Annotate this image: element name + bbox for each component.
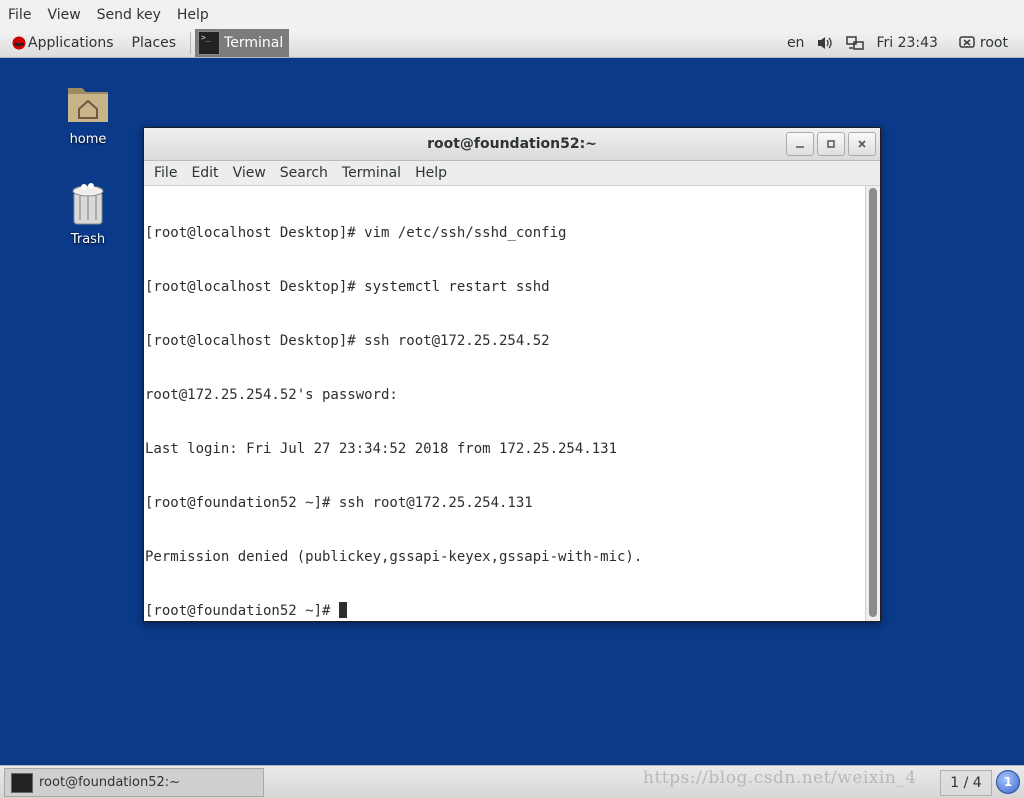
places-menu[interactable]: Places — [120, 35, 183, 51]
terminal-cursor — [338, 602, 347, 618]
terminal-icon — [198, 31, 221, 55]
network-icon[interactable] — [846, 34, 865, 52]
terminal-menu-file[interactable]: File — [147, 165, 184, 181]
terminal-title: root@foundation52:~ — [427, 136, 597, 152]
watermark-text: https://blog.csdn.net/weixin_4 — [643, 768, 917, 788]
terminal-line: Last login: Fri Jul 27 23:34:52 2018 fro… — [145, 441, 618, 457]
viewer-menubar: File View Send key Help — [0, 0, 1024, 30]
terminal-menubar: File Edit View Search Terminal Help — [144, 161, 880, 186]
active-app-terminal[interactable]: Terminal — [195, 29, 290, 57]
minimize-icon — [796, 146, 804, 148]
trash-label: Trash — [70, 232, 106, 247]
places-label: Places — [131, 35, 177, 51]
terminal-scrollbar[interactable] — [865, 186, 880, 621]
taskbar-terminal-label: root@foundation52:~ — [39, 775, 181, 790]
terminal-scroll-thumb[interactable] — [869, 188, 877, 617]
terminal-menu-edit[interactable]: Edit — [184, 165, 225, 181]
terminal-output[interactable]: [root@localhost Desktop]# vim /etc/ssh/s… — [144, 186, 866, 621]
bottom-panel: root@foundation52:~ https://blog.csdn.ne… — [0, 765, 1024, 798]
terminal-line: Permission denied (publickey,gssapi-keye… — [145, 549, 643, 565]
terminal-menu-terminal[interactable]: Terminal — [335, 165, 408, 181]
terminal-prompt-line[interactable]: [root@foundation52 ~]# — [145, 602, 865, 620]
gnome-top-bar: Applications Places Terminal en Fri 23:4… — [0, 29, 1024, 58]
desktop-home-icon[interactable]: home — [43, 80, 133, 147]
terminal-menu-view[interactable]: View — [226, 165, 273, 181]
active-app-label: Terminal — [224, 35, 284, 51]
viewer-menu-view[interactable]: View — [39, 7, 88, 23]
maximize-icon — [827, 140, 835, 148]
viewer-menu-file[interactable]: File — [0, 7, 39, 23]
volume-icon[interactable] — [816, 34, 834, 52]
terminal-line: [root@localhost Desktop]# vim /etc/ssh/s… — [145, 225, 567, 241]
terminal-line: [root@localhost Desktop]# ssh root@172.2… — [145, 333, 550, 349]
workspace-indicator: 1 / 4 — [950, 775, 982, 791]
terminal-line: root@172.25.254.52's password: — [145, 387, 407, 403]
topbar-separator — [190, 32, 192, 54]
terminal-window[interactable]: root@foundation52:~ File Edit View Searc… — [143, 127, 881, 622]
minimize-button[interactable] — [786, 132, 814, 156]
clock[interactable]: Fri 23:43 — [876, 35, 937, 51]
folder-home-icon — [68, 88, 108, 122]
user-menu[interactable]: root — [980, 35, 1008, 51]
home-label: home — [69, 132, 107, 147]
notification-count: 1 — [1003, 775, 1013, 789]
redhat-icon — [12, 36, 26, 50]
terminal-menu-search[interactable]: Search — [273, 165, 335, 181]
viewer-menu-send-key[interactable]: Send key — [89, 7, 169, 23]
terminal-icon — [11, 772, 33, 793]
taskbar-terminal-button[interactable]: root@foundation52:~ — [4, 768, 264, 797]
notification-icon[interactable]: 1 — [996, 770, 1020, 794]
close-button[interactable] — [848, 132, 876, 156]
terminal-prompt: [root@foundation52 ~]# — [145, 603, 339, 619]
workspace-switcher[interactable]: 1 / 4 — [940, 770, 992, 796]
terminal-line: [root@foundation52 ~]# ssh root@172.25.2… — [145, 495, 533, 511]
user-icon — [959, 36, 975, 48]
close-icon — [858, 140, 866, 148]
applications-menu[interactable]: Applications — [0, 35, 120, 51]
terminal-titlebar[interactable]: root@foundation52:~ — [144, 128, 880, 161]
language-indicator[interactable]: en — [787, 35, 805, 51]
trash-icon — [72, 183, 104, 225]
terminal-line: [root@localhost Desktop]# systemctl rest… — [145, 279, 550, 295]
maximize-button[interactable] — [817, 132, 845, 156]
desktop-trash-icon[interactable]: Trash — [43, 180, 133, 247]
applications-label: Applications — [28, 35, 114, 51]
terminal-menu-help[interactable]: Help — [408, 165, 454, 181]
viewer-menu-help[interactable]: Help — [169, 7, 217, 23]
